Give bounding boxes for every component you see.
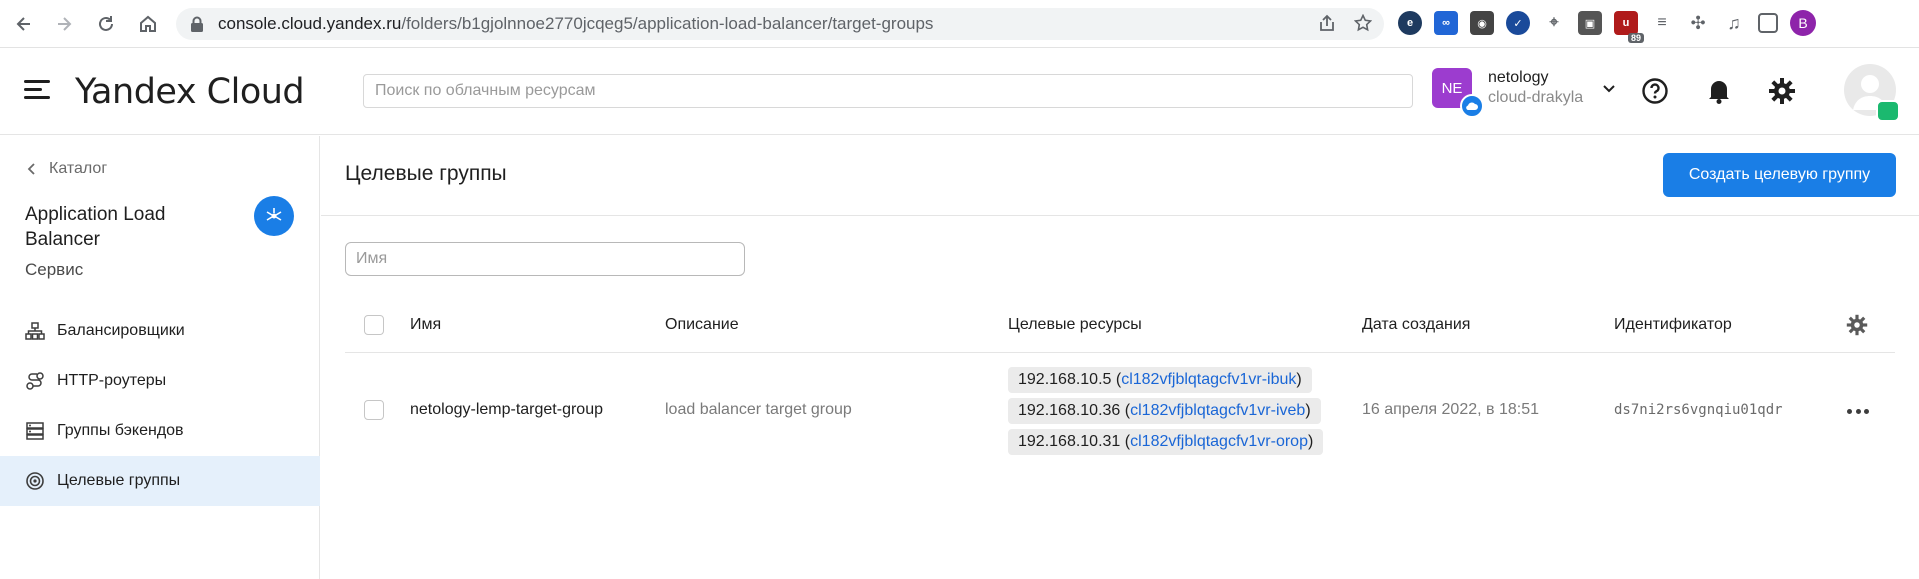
yandex-cloud-logo[interactable]: Yandex Cloud <box>75 72 305 112</box>
target-resource-chip: 192.168.10.36 (cl182vfjblqtagcfv1vr-iveb… <box>1008 398 1321 424</box>
back-arrow-icon[interactable] <box>6 6 42 42</box>
table-settings-gear-icon[interactable] <box>1846 314 1868 341</box>
extension-adblock-icon[interactable]: u 89 <box>1614 11 1644 43</box>
app-header: Yandex Cloud Поиск по облачным ресурсам … <box>0 48 1919 135</box>
row-name[interactable]: netology-lemp-target-group <box>410 401 603 419</box>
row-created-date: 16 апреля 2022, в 18:51 <box>1362 401 1539 418</box>
column-header-created[interactable]: Дата создания <box>1362 316 1470 334</box>
cloud-icon <box>1460 94 1484 118</box>
extension-infinity-icon[interactable]: ∞ <box>1434 11 1458 35</box>
sidebar-item-label: HTTP-роутеры <box>57 372 167 389</box>
balancer-icon <box>25 322 45 340</box>
cloud-switcher[interactable]: NE netology cloud-drakyla <box>1432 68 1617 118</box>
row-actions-menu-icon[interactable] <box>1847 400 1869 422</box>
select-all-checkbox[interactable] <box>364 315 384 335</box>
briefcase-badge-icon <box>1876 100 1900 122</box>
catalog-back-label: Каталог <box>49 160 108 177</box>
help-icon[interactable] <box>1640 76 1670 106</box>
target-resource-chip: 192.168.10.31 (cl182vfjblqtagcfv1vr-orop… <box>1008 429 1324 455</box>
sidebar-item-label: Целевые группы <box>57 472 181 489</box>
url-path: /folders/b1gjolnnoe2770jcqeg5/applicatio… <box>401 14 934 33</box>
row-id: ds7ni2rs6vgnqiu01qdr <box>1614 402 1783 418</box>
column-header-target-resources[interactable]: Целевые ресурсы <box>1008 316 1142 334</box>
url-host: console.cloud.yandex.ru <box>218 14 402 33</box>
sidebar-item-backend-groups[interactable]: Группы бэкендов <box>0 406 320 456</box>
extension-check-icon[interactable]: ✓ <box>1506 11 1530 35</box>
resource-ip: 192.168.10.36 <box>1018 402 1121 419</box>
share-icon[interactable] <box>1318 14 1336 32</box>
settings-gear-icon[interactable] <box>1767 76 1797 106</box>
extension-gray-icon[interactable]: ▣ <box>1578 11 1602 35</box>
cloud-name: cloud-drakyla <box>1488 89 1584 106</box>
chevron-down-icon <box>1603 85 1615 93</box>
page-title: Целевые группы <box>345 162 507 185</box>
resource-instance-link[interactable]: cl182vfjblqtagcfv1vr-iveb <box>1130 402 1305 420</box>
org-avatar: NE <box>1432 68 1484 118</box>
name-filter-input[interactable]: Имя <box>345 242 745 276</box>
resource-instance-link[interactable]: cl182vfjblqtagcfv1vr-orop <box>1130 433 1308 451</box>
row-description: load balancer target group <box>665 401 852 418</box>
column-header-description[interactable]: Описание <box>665 316 739 334</box>
menu-burger-icon[interactable] <box>24 80 50 102</box>
side-panel-icon[interactable] <box>1758 13 1778 33</box>
router-icon <box>26 372 44 390</box>
chevron-left-icon <box>27 163 35 175</box>
row-checkbox[interactable] <box>364 400 384 420</box>
table-header-divider <box>345 352 1895 353</box>
bookmark-star-icon[interactable] <box>1354 14 1372 32</box>
sidebar-item-http-routers[interactable]: HTTP-роутеры <box>0 356 320 406</box>
sidebar-item-balancers[interactable]: Балансировщики <box>0 306 320 356</box>
service-subtitle: Сервис <box>25 260 84 279</box>
sidebar-item-label: Балансировщики <box>57 322 185 339</box>
extension-dark-icon[interactable]: ◉ <box>1470 11 1494 35</box>
browser-profile-avatar[interactable]: B <box>1790 10 1816 36</box>
org-initials: NE <box>1441 79 1463 97</box>
sidebar-item-label: Группы бэкендов <box>57 422 184 439</box>
resource-instance-link[interactable]: cl182vfjblqtagcfv1vr-ibuk <box>1121 371 1296 389</box>
sidebar: Каталог Application Load Balancer Сервис… <box>0 136 320 579</box>
extension-badge: 89 <box>1627 33 1644 43</box>
lock-icon <box>191 16 203 32</box>
extension-e-icon[interactable]: e <box>1398 11 1422 35</box>
column-header-name[interactable]: Имя <box>410 316 441 334</box>
resource-ip: 192.168.10.31 <box>1018 433 1121 450</box>
resource-search-input[interactable]: Поиск по облачным ресурсам <box>363 74 1413 108</box>
address-bar[interactable]: console.cloud.yandex.ru/folders/b1gjolnn… <box>176 8 1384 40</box>
target-icon <box>26 472 44 490</box>
home-icon[interactable] <box>130 6 166 42</box>
column-header-id[interactable]: Идентификатор <box>1614 316 1732 334</box>
service-title: Application Load Balancer <box>25 204 166 250</box>
notifications-bell-icon[interactable] <box>1704 76 1734 106</box>
catalog-back-link[interactable]: Каталог <box>25 160 107 178</box>
target-resource-chip: 192.168.10.5 (cl182vfjblqtagcfv1vr-ibuk) <box>1008 367 1312 393</box>
reload-icon[interactable] <box>88 6 124 42</box>
divider <box>321 215 1919 216</box>
org-name: netology <box>1488 69 1549 86</box>
sidebar-item-target-groups[interactable]: Целевые группы <box>0 456 320 506</box>
media-queue-icon[interactable]: ♫ <box>1722 11 1746 35</box>
resource-ip: 192.168.10.5 <box>1018 371 1112 388</box>
browser-toolbar: console.cloud.yandex.ru/folders/b1gjolnn… <box>0 0 1919 48</box>
extensions-puzzle-icon[interactable]: ✣ <box>1686 11 1710 35</box>
load-balancer-service-icon[interactable] <box>254 196 294 236</box>
backend-groups-icon <box>26 422 44 440</box>
extension-telescope-icon[interactable]: ⌖ <box>1542 11 1566 35</box>
extension-lines-icon[interactable]: ≡ <box>1650 11 1674 35</box>
create-target-group-button[interactable]: Создать целевую группу <box>1663 153 1896 197</box>
forward-arrow-icon[interactable] <box>46 6 82 42</box>
